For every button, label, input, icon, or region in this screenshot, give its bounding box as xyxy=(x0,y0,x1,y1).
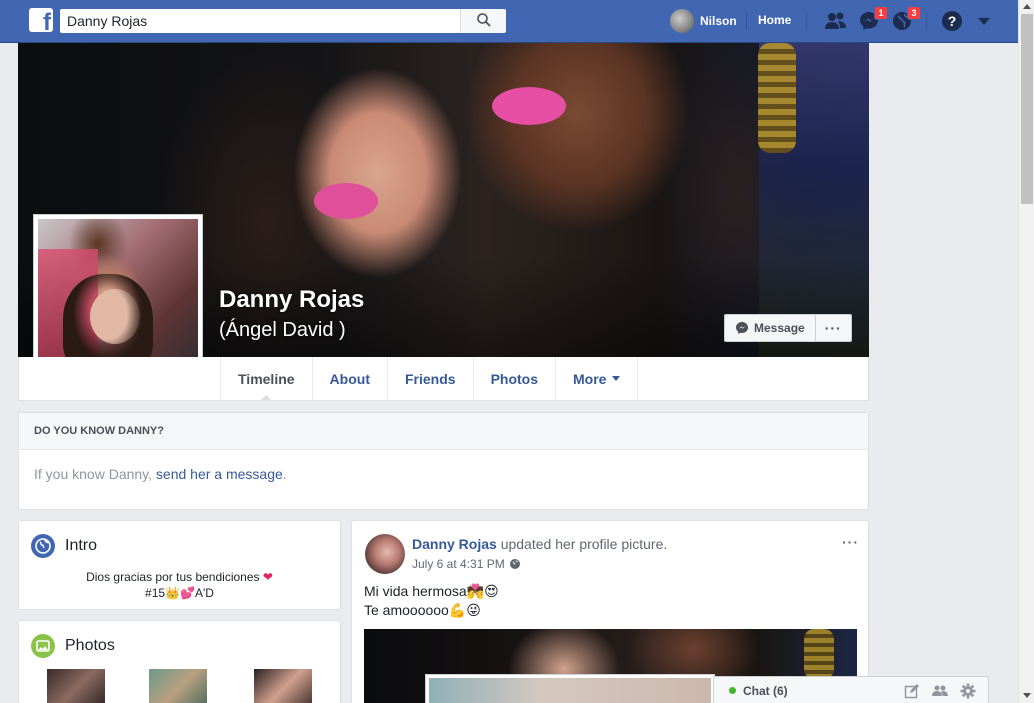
cover-actions: Message ··· xyxy=(724,314,852,342)
flexed-biceps-emoji: 💪 xyxy=(448,602,467,618)
chat-label: Chat (6) xyxy=(743,684,788,698)
divider xyxy=(926,12,927,30)
profile-link[interactable]: Nilson xyxy=(670,9,737,33)
svg-text:?: ? xyxy=(948,13,957,29)
message-button[interactable]: Message xyxy=(725,315,816,341)
photo-thumbnail[interactable] xyxy=(149,669,207,703)
search-button[interactable] xyxy=(460,9,506,33)
photo-preview-popup[interactable] xyxy=(425,674,715,703)
photo-icon xyxy=(31,634,55,658)
messages-icon[interactable]: 1 xyxy=(858,6,888,32)
profile-alternate-name: (Ángel David ) xyxy=(219,319,346,341)
heart-emoji: ❤ xyxy=(262,570,273,584)
online-status-dot xyxy=(729,687,736,694)
search-icon xyxy=(477,13,491,27)
post-header: Danny Rojas updated her profile picture. xyxy=(412,536,668,552)
tab-timeline[interactable]: Timeline xyxy=(220,357,312,401)
help-icon[interactable]: ? xyxy=(941,10,965,32)
divider xyxy=(746,12,747,30)
divider xyxy=(806,12,807,30)
tab-about[interactable]: About xyxy=(311,357,387,400)
messenger-icon xyxy=(736,322,748,334)
gear-icon[interactable] xyxy=(960,683,976,699)
create-group-icon[interactable] xyxy=(932,683,948,699)
photo-thumbnail[interactable] xyxy=(47,669,105,703)
send-message-link[interactable]: send her a message xyxy=(156,466,283,482)
home-link[interactable]: Home xyxy=(758,13,791,27)
tab-friends[interactable]: Friends xyxy=(386,357,473,400)
chevron-down-icon xyxy=(612,376,621,381)
cover-detail xyxy=(314,183,378,219)
intro-title: Intro xyxy=(31,534,97,558)
intro-card: Intro Dios gracias por tus bendiciones ❤… xyxy=(18,520,341,610)
chat-sidebar-bar[interactable]: Chat (6) xyxy=(713,676,989,703)
photos-card: Photos xyxy=(18,620,341,703)
do-you-know-title: DO YOU KNOW DANNY? xyxy=(19,413,868,450)
post-author-avatar[interactable] xyxy=(365,534,405,574)
notifications-badge: 3 xyxy=(907,6,921,20)
messages-badge: 1 xyxy=(874,6,888,20)
facebook-logo-icon[interactable]: f xyxy=(29,8,53,35)
message-button-label: Message xyxy=(754,321,805,335)
public-globe-icon[interactable] xyxy=(509,558,521,570)
intro-bio: Dios gracias por tus bendiciones ❤ #15👑💕… xyxy=(86,570,273,600)
page-scrollbar[interactable] xyxy=(1018,0,1034,703)
kiss-emoji: 💏 xyxy=(466,583,485,599)
heart-eyes-emoji: 😍 xyxy=(484,583,499,599)
profile-tabs: Timeline About Friends Photos More xyxy=(220,357,639,401)
search-input[interactable]: Danny Rojas xyxy=(60,9,460,33)
cover-decoration xyxy=(758,43,796,153)
avatar xyxy=(670,9,694,33)
cover-detail xyxy=(492,87,566,125)
user-name: Nilson xyxy=(700,14,737,28)
post-text: Mi vida hermosa💏😍 Te amoooooo💪😜 xyxy=(364,583,499,618)
new-message-icon[interactable] xyxy=(904,683,920,699)
crown-emoji: 👑 xyxy=(165,586,181,600)
scroll-up-arrow-icon[interactable] xyxy=(1023,4,1031,9)
profile-more-button[interactable]: ··· xyxy=(816,315,851,341)
post-timestamp[interactable]: July 6 at 4:31 PM xyxy=(412,557,505,571)
account-menu-chevron-down-icon[interactable] xyxy=(976,10,1000,32)
notifications-globe-icon[interactable]: 3 xyxy=(891,6,921,32)
top-navigation-bar: f Danny Rojas Nilson Home 1 3 ? xyxy=(0,0,1018,43)
scroll-down-arrow-icon[interactable] xyxy=(1023,693,1031,698)
tab-photos[interactable]: Photos xyxy=(472,357,555,400)
profile-name[interactable]: Danny Rojas xyxy=(219,286,364,314)
scrollbar-thumb[interactable] xyxy=(1021,14,1033,204)
post-author-link[interactable]: Danny Rojas xyxy=(412,536,497,552)
globe-icon xyxy=(31,534,55,558)
hearts-emoji: 💕 xyxy=(180,586,195,600)
photo-thumbnail[interactable] xyxy=(254,669,312,703)
friend-requests-icon[interactable] xyxy=(824,10,848,32)
do-you-know-text: If you know Danny, send her a message. xyxy=(34,466,287,482)
post-options-button[interactable]: ··· xyxy=(842,534,859,550)
photos-title[interactable]: Photos xyxy=(31,634,115,658)
do-you-know-card: DO YOU KNOW DANNY? If you know Danny, se… xyxy=(18,412,869,510)
profile-tabs-bar: Timeline About Friends Photos More xyxy=(18,357,869,401)
post-meta: July 6 at 4:31 PM xyxy=(412,557,521,571)
winking-tongue-emoji: 😜 xyxy=(466,602,481,618)
tab-more[interactable]: More xyxy=(555,357,639,400)
